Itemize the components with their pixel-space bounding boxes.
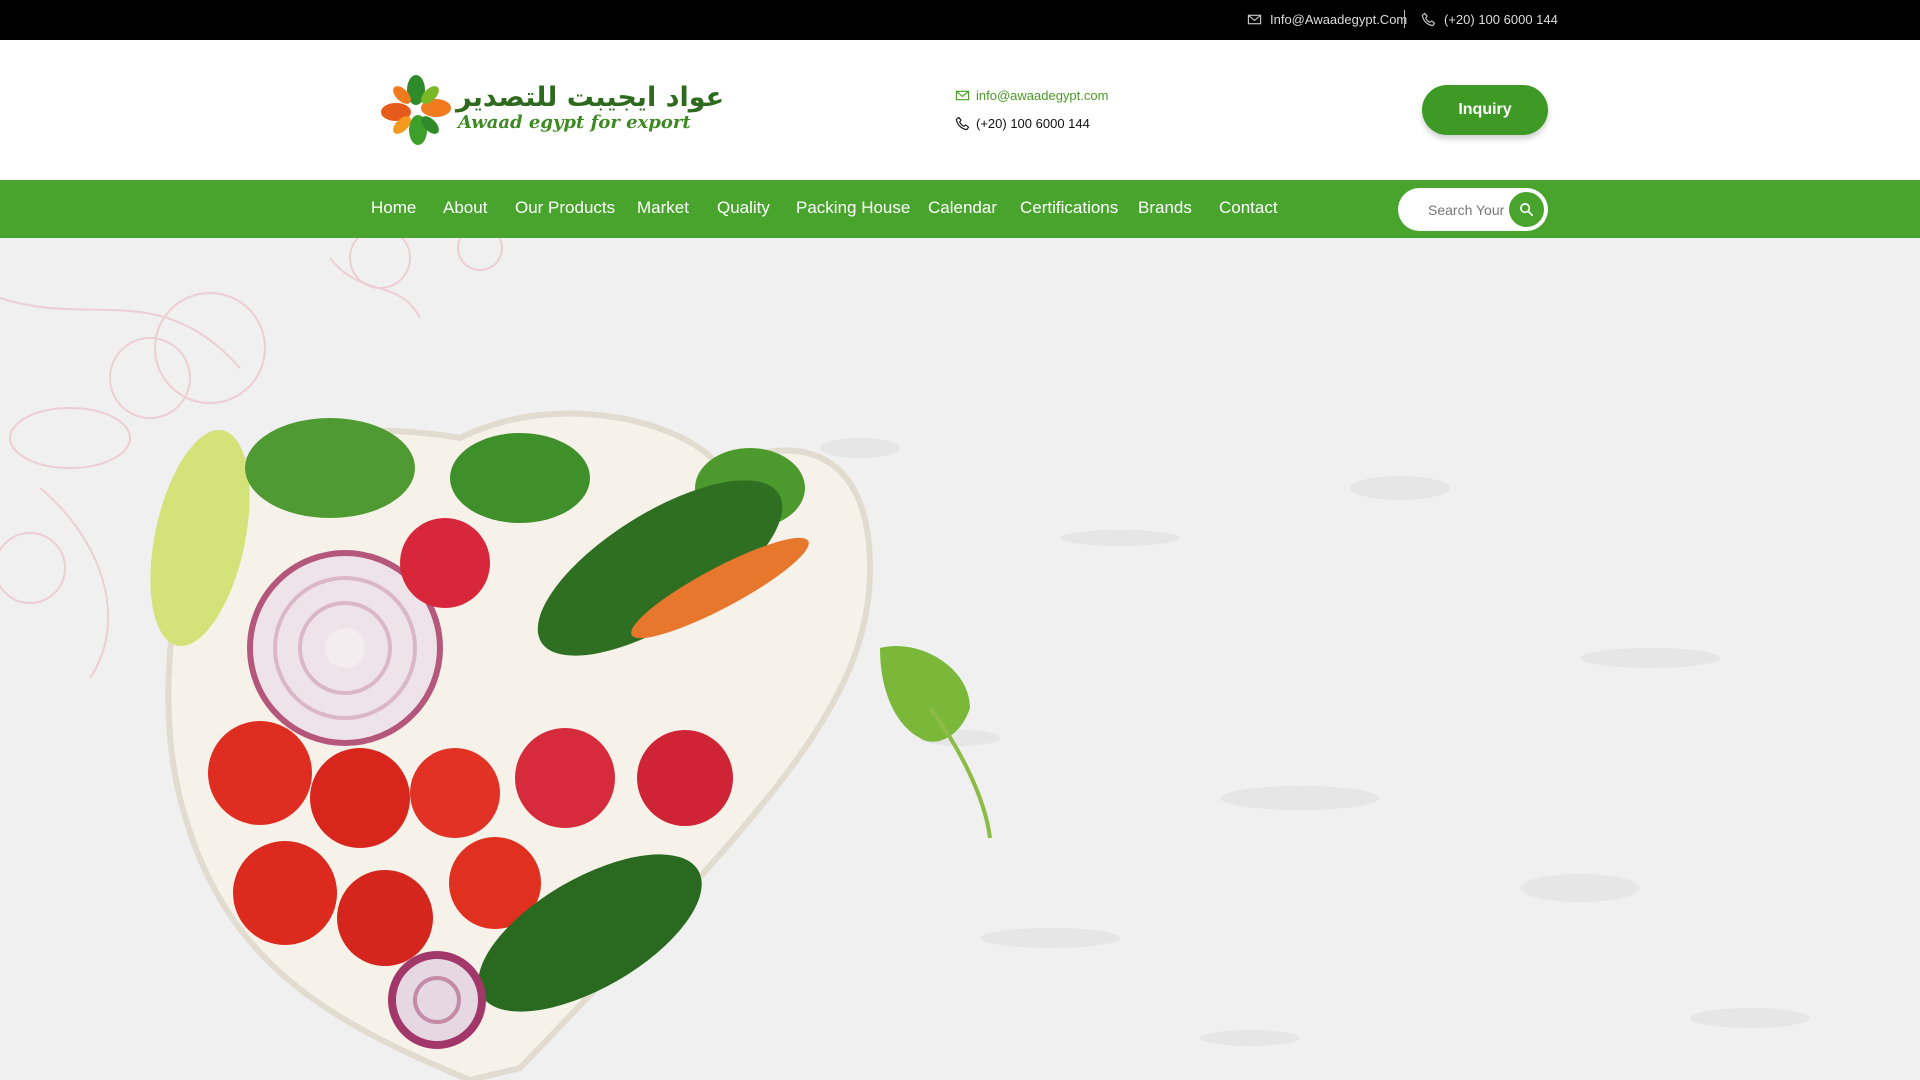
- header: عواد ايجيبت للتصدير Awaad egypt for expo…: [0, 40, 1920, 180]
- nav-item-about[interactable]: About: [443, 198, 487, 218]
- nav-item-market[interactable]: Market: [637, 198, 689, 218]
- phone-icon: [1421, 12, 1436, 27]
- nav-item-certifications[interactable]: Certifications: [1020, 198, 1118, 218]
- topbar-phone-text: (+20) 100 6000 144: [1444, 12, 1558, 27]
- search-icon: [1520, 203, 1533, 216]
- hero-banner: [0, 238, 1920, 1080]
- top-bar: Info@Awaadegypt.Com (+20) 100 6000 144: [0, 0, 1920, 40]
- inquiry-button[interactable]: Inquiry: [1422, 85, 1548, 135]
- nav-item-calendar[interactable]: Calendar: [928, 198, 997, 218]
- header-phone[interactable]: (+20) 100 6000 144: [955, 116, 1090, 131]
- topbar-phone[interactable]: (+20) 100 6000 144: [1421, 12, 1558, 27]
- texture-specks: [820, 438, 1810, 1046]
- main-nav: Home About Our Products Market Quality P…: [0, 180, 1920, 238]
- header-phone-text: (+20) 100 6000 144: [976, 116, 1090, 131]
- logo-english-text: Awaad egypt for export: [458, 112, 691, 133]
- topbar-email-text: Info@Awaadegypt.Com: [1270, 12, 1408, 27]
- nav-item-our-products[interactable]: Our Products: [515, 198, 615, 218]
- nav-item-contact[interactable]: Contact: [1219, 198, 1278, 218]
- envelope-icon: [955, 90, 970, 101]
- header-email[interactable]: info@awaadegypt.com: [955, 88, 1108, 103]
- vegetable-heart-image: [150, 410, 874, 1080]
- nav-item-home[interactable]: Home: [371, 198, 416, 218]
- topbar-divider: [1404, 10, 1405, 28]
- logo-arabic-text: عواد ايجيبت للتصدير: [456, 82, 725, 113]
- topbar-email[interactable]: Info@Awaadegypt.Com: [1247, 12, 1407, 27]
- header-email-text: info@awaadegypt.com: [976, 88, 1109, 103]
- envelope-icon: [1247, 14, 1262, 25]
- nav-item-quality[interactable]: Quality: [717, 198, 770, 218]
- nav-item-packing-house[interactable]: Packing House: [796, 198, 910, 218]
- search-input[interactable]: [1428, 199, 1510, 221]
- search-box: [1398, 188, 1548, 231]
- search-button[interactable]: [1507, 190, 1546, 229]
- hero-background: [0, 238, 1810, 1080]
- nav-item-brands[interactable]: Brands: [1138, 198, 1192, 218]
- phone-icon: [955, 116, 970, 131]
